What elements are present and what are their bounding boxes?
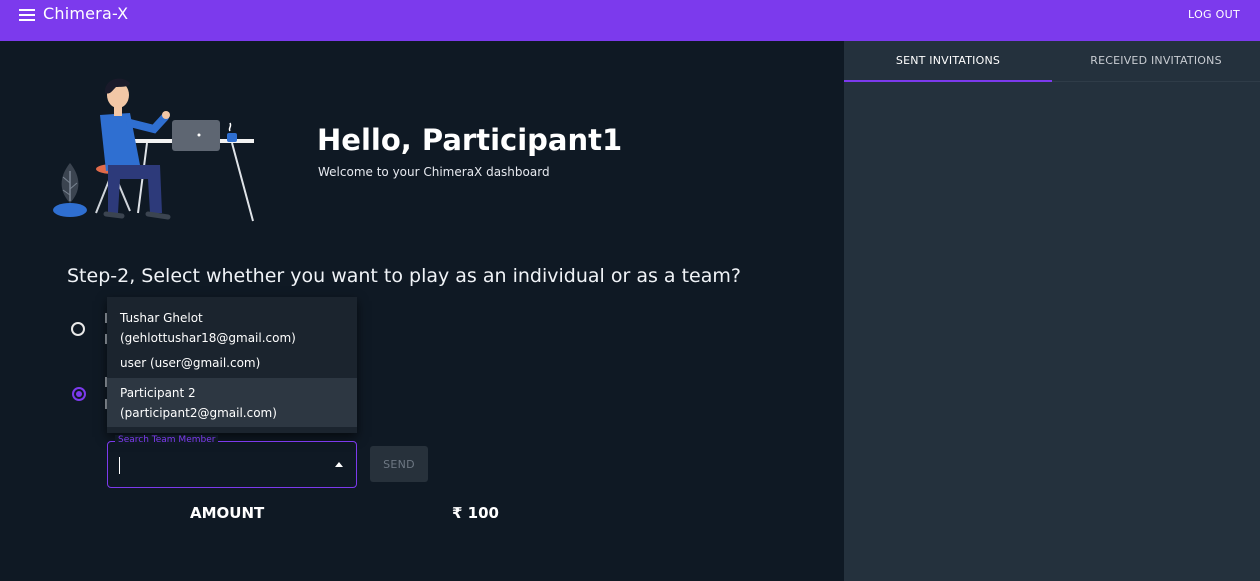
amount-label: AMOUNT [190,504,265,522]
invitations-panel: SENT INVITATIONS RECEIVED INVITATIONS [844,41,1260,581]
hamburger-menu-icon[interactable] [19,9,35,21]
search-field-label: Search Team Member [115,435,219,445]
dropdown-option-highlighted[interactable]: Participant 2 (participant2@gmail.com) [107,378,357,427]
tab-sent-invitations[interactable]: SENT INVITATIONS [844,41,1052,82]
team-member-dropdown: Tushar Ghelot (gehlottushar18@gmail.com)… [107,297,357,433]
logout-button[interactable]: LOG OUT [1188,8,1240,21]
team-member-search-input[interactable]: Search Team Member [107,435,357,488]
individual-radio[interactable] [71,322,85,336]
workspace-illustration [53,78,254,222]
greeting-heading: Hello, Participant1 [317,123,623,157]
team-radio[interactable] [72,387,86,401]
dropdown-arrow-up-icon[interactable] [335,462,343,467]
send-invite-button[interactable]: SEND [370,446,428,482]
dashboard-main: Hello, Participant1 Welcome to your Chim… [0,41,844,581]
option-name: user (user@gmail.com) [120,356,261,370]
amount-value: ₹ 100 [452,504,499,522]
dropdown-option[interactable]: user (user@gmail.com) [107,348,357,378]
text-caret [119,457,120,474]
welcome-subtitle: Welcome to your ChimeraX dashboard [318,165,550,179]
option-name: Tushar Ghelot [120,311,203,325]
option-email: (gehlottushar18@gmail.com) [120,331,296,345]
app-title: Chimera-X [43,4,129,23]
tab-received-invitations[interactable]: RECEIVED INVITATIONS [1052,41,1260,82]
dropdown-option[interactable]: Tushar Ghelot (gehlottushar18@gmail.com) [107,297,357,348]
option-email: (participant2@gmail.com) [120,406,277,420]
app-bar: Chimera-X LOG OUT [0,0,1260,41]
option-name: Participant 2 [120,386,196,400]
step-heading: Step-2, Select whether you want to play … [67,265,741,287]
